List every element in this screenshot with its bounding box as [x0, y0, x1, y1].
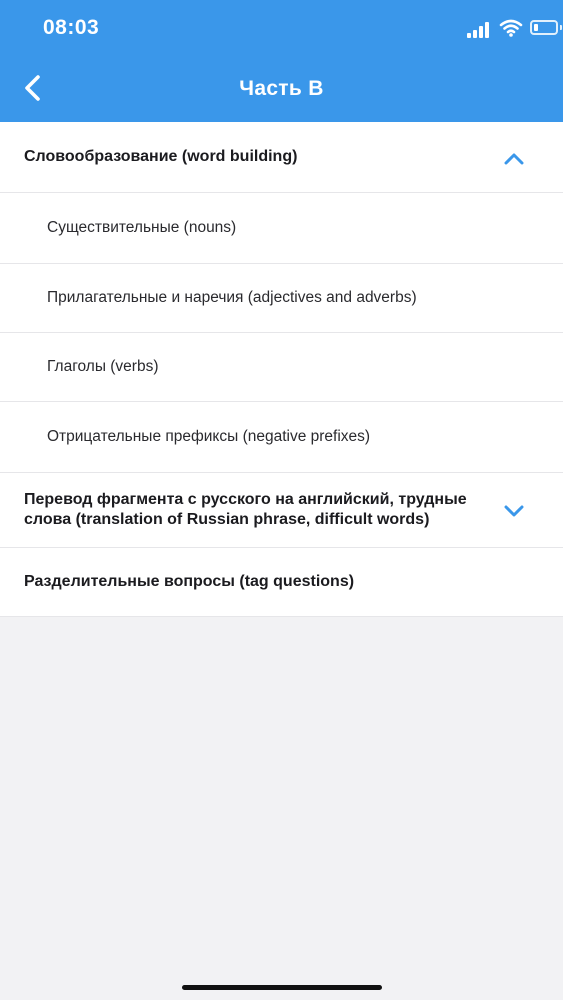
- section-header-tag-questions[interactable]: Разделительные вопросы (tag questions): [0, 548, 563, 617]
- section-header-word-building[interactable]: Словообразование (word building): [0, 122, 563, 193]
- chevron-down-icon: [504, 505, 524, 517]
- list-item-verbs[interactable]: Глаголы (verbs): [0, 333, 563, 402]
- section-label: Разделительные вопросы (tag questions): [24, 573, 355, 590]
- section-list: Словообразование (word building) Существ…: [0, 122, 563, 617]
- list-item-label: Глаголы (verbs): [47, 358, 159, 375]
- battery-icon: [530, 20, 558, 35]
- list-item-label: Прилагательные и наречия (adjectives and…: [47, 289, 417, 306]
- list-item-nouns[interactable]: Существительные (nouns): [0, 193, 563, 264]
- chevron-up-icon: [504, 153, 524, 165]
- battery-tip: [560, 25, 562, 30]
- app-header: 08:03 Часть B: [0, 0, 563, 122]
- cellular-signal-icon: [467, 22, 491, 38]
- home-indicator: [182, 985, 382, 990]
- section-header-translation[interactable]: Перевод фрагмента с русского на английск…: [0, 473, 563, 548]
- list-item-label: Отрицательные префиксы (negative prefixe…: [47, 428, 371, 445]
- section-label: Перевод фрагмента с русского на английск…: [24, 491, 467, 528]
- list-item-adjectives-adverbs[interactable]: Прилагательные и наречия (adjectives and…: [0, 264, 563, 333]
- list-item-label: Существительные (nouns): [47, 219, 237, 236]
- page-title: Часть B: [239, 77, 324, 100]
- wifi-icon: [499, 19, 523, 37]
- section-label: Словообразование (word building): [24, 148, 298, 165]
- status-time: 08:03: [43, 16, 100, 39]
- list-item-negative-prefixes[interactable]: Отрицательные префиксы (negative prefixe…: [0, 402, 563, 473]
